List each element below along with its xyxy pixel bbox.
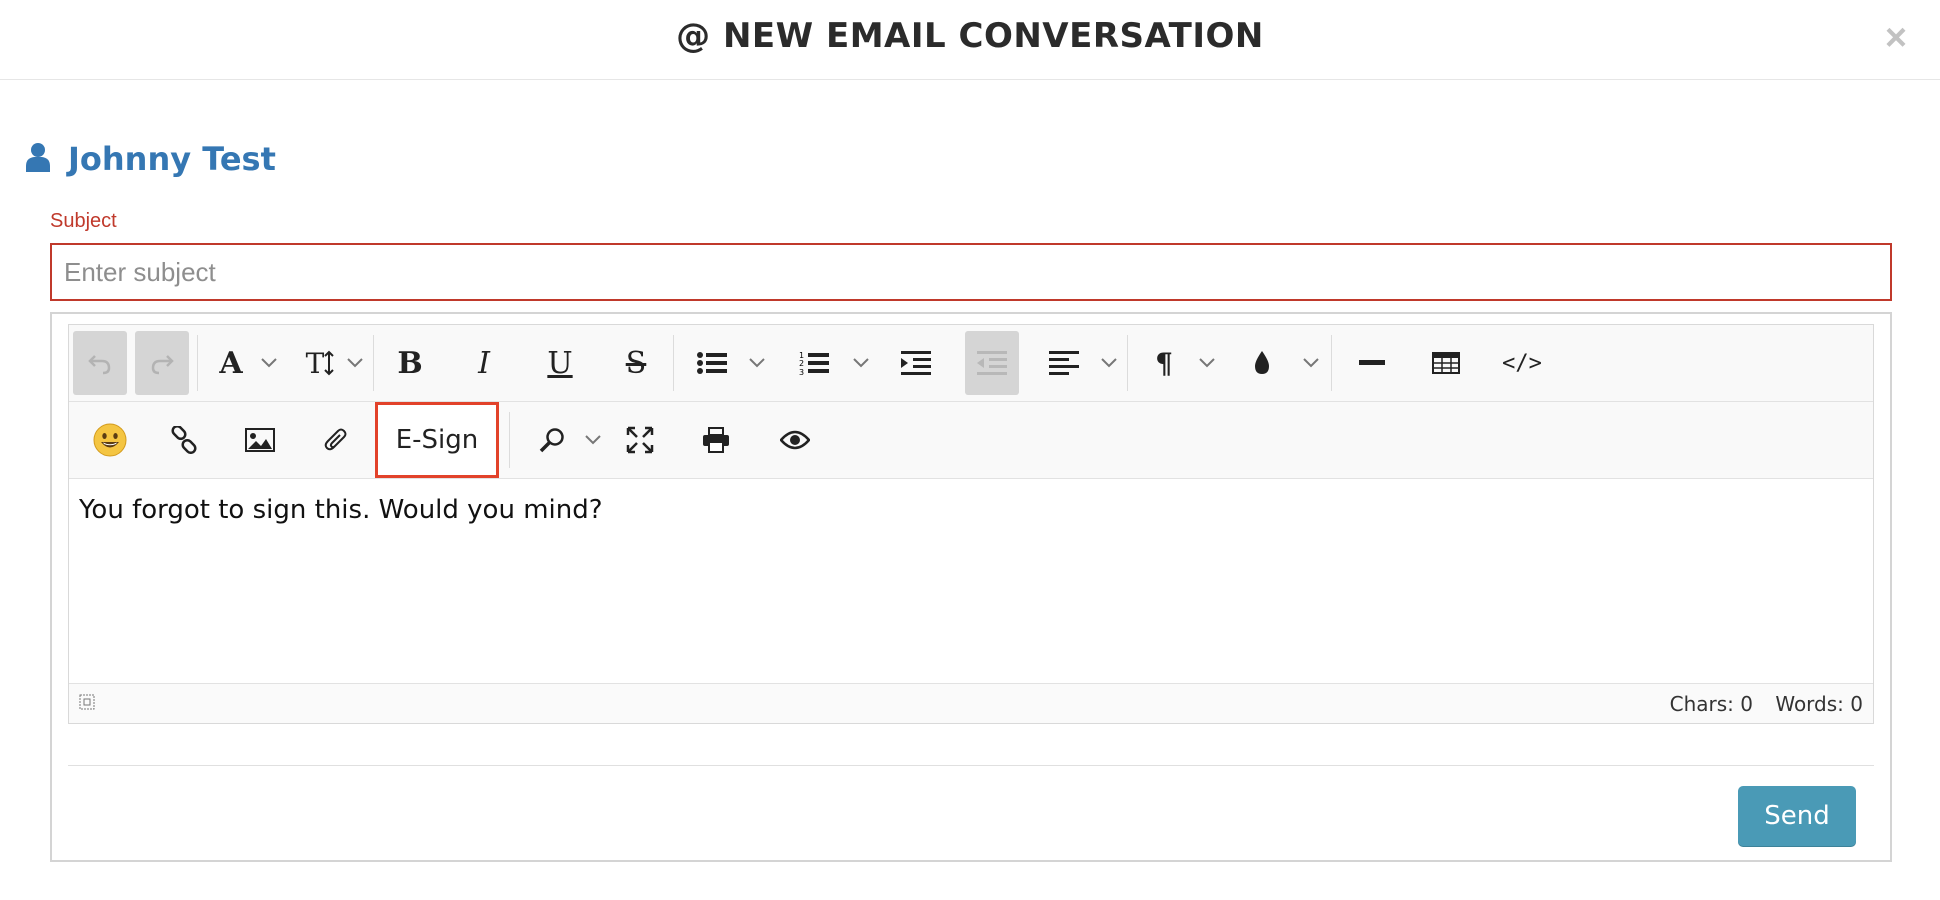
user-icon (26, 142, 50, 177)
table-icon (1432, 352, 1460, 374)
chevron-down-icon (1101, 358, 1117, 368)
paragraph-format-dropdown[interactable] (1199, 331, 1215, 395)
chevron-down-icon (853, 358, 869, 368)
recipient-name: Johnny Test (68, 140, 276, 178)
bulleted-list-icon (697, 352, 727, 374)
insert-link-button[interactable] (159, 408, 209, 472)
compose-box: A T B I U S 1 2 3 ¶ </> E-Sign You forgo… (50, 312, 1892, 862)
search-button[interactable] (527, 408, 577, 472)
outdent-button[interactable] (965, 331, 1019, 395)
code-view-button[interactable]: </> (1495, 331, 1549, 395)
redo-button[interactable] (135, 331, 189, 395)
horizontal-line-button[interactable] (1347, 331, 1397, 395)
print-icon (703, 427, 729, 453)
subject-label: Subject (50, 210, 117, 232)
print-button[interactable] (691, 408, 741, 472)
numbered-list-icon: 123 (799, 351, 829, 376)
indent-icon (901, 351, 931, 375)
chevron-down-icon (749, 358, 765, 368)
svg-text:3: 3 (799, 368, 804, 376)
preview-button[interactable] (767, 408, 823, 472)
chevron-down-icon (1303, 358, 1319, 368)
svg-text:2: 2 (799, 359, 804, 368)
undo-icon (88, 355, 111, 375)
font-size-dropdown[interactable] (347, 331, 363, 395)
close-icon: × (1884, 16, 1908, 59)
toolbar-row-1: A T B I U S 1 2 3 ¶ </> (69, 325, 1873, 402)
bold-button[interactable]: B (385, 331, 435, 395)
preview-icon (780, 430, 810, 450)
font-family-icon: A (219, 345, 243, 381)
toolbar-row-2: E-Sign (69, 402, 1873, 479)
paragraph-icon: ¶ (1155, 346, 1173, 380)
chevron-down-icon (347, 358, 363, 368)
font-family-button[interactable]: A (209, 331, 253, 395)
bulleted-list-dropdown[interactable] (749, 331, 765, 395)
editor-counts: Chars: 0 Words: 0 (1654, 692, 1863, 716)
send-button[interactable]: Send (1738, 786, 1856, 846)
modal-header: @ NEW EMAIL CONVERSATION × (0, 0, 1940, 80)
strikethrough-button[interactable]: S (611, 331, 661, 395)
divider (68, 765, 1874, 766)
code-view-icon: </> (1502, 350, 1542, 376)
subject-input[interactable] (50, 243, 1892, 301)
outdent-icon (977, 351, 1007, 375)
color-drop-icon (1255, 351, 1269, 374)
align-left-icon (1049, 351, 1079, 375)
editor-status-bar: Chars: 0 Words: 0 (69, 683, 1873, 723)
font-size-button[interactable]: T (295, 331, 345, 395)
fullscreen-icon (626, 426, 654, 454)
search-dropdown[interactable] (585, 408, 601, 472)
close-button[interactable]: × (1876, 16, 1916, 59)
horizontal-line-icon (1359, 360, 1385, 365)
italic-icon: I (478, 345, 490, 381)
bold-icon: B (397, 345, 423, 381)
emoji-icon (93, 423, 127, 457)
color-button[interactable] (1237, 331, 1287, 395)
chevron-down-icon (1199, 358, 1215, 368)
redo-icon (151, 355, 174, 375)
chevron-down-icon (261, 358, 277, 368)
emoji-button[interactable] (83, 408, 137, 472)
align-button[interactable] (1039, 331, 1089, 395)
attachment-icon (324, 428, 347, 451)
char-count: Chars: 0 (1669, 692, 1753, 716)
indent-button[interactable] (891, 331, 941, 395)
paragraph-format-button[interactable]: ¶ (1139, 331, 1189, 395)
image-icon (245, 428, 275, 452)
e-sign-button[interactable]: E-Sign (375, 402, 499, 478)
bulleted-list-button[interactable] (687, 331, 737, 395)
font-family-dropdown[interactable] (261, 331, 277, 395)
table-button[interactable] (1421, 331, 1471, 395)
modal-title: @ NEW EMAIL CONVERSATION (676, 16, 1264, 56)
word-count: Words: 0 (1775, 692, 1863, 716)
color-dropdown[interactable] (1303, 331, 1319, 395)
underline-icon: U (547, 345, 573, 381)
numbered-list-button[interactable]: 123 (789, 331, 839, 395)
chevron-down-icon (585, 435, 601, 445)
undo-button[interactable] (73, 331, 127, 395)
align-dropdown[interactable] (1101, 331, 1117, 395)
search-icon (539, 428, 564, 453)
attach-file-button[interactable] (311, 408, 361, 472)
link-icon (171, 426, 197, 454)
numbered-list-dropdown[interactable] (853, 331, 869, 395)
strikethrough-icon: S (625, 345, 647, 381)
fullscreen-button[interactable] (615, 408, 665, 472)
email-body[interactable]: You forgot to sign this. Would you mind? (69, 479, 1873, 683)
font-size-icon: T (306, 347, 335, 380)
resize-icon[interactable] (79, 694, 95, 715)
recipient: Johnny Test (26, 140, 276, 178)
rich-text-editor: A T B I U S 1 2 3 ¶ </> E-Sign You forgo… (68, 324, 1874, 724)
insert-image-button[interactable] (235, 408, 285, 472)
italic-button[interactable]: I (459, 331, 509, 395)
underline-button[interactable]: U (535, 331, 585, 395)
